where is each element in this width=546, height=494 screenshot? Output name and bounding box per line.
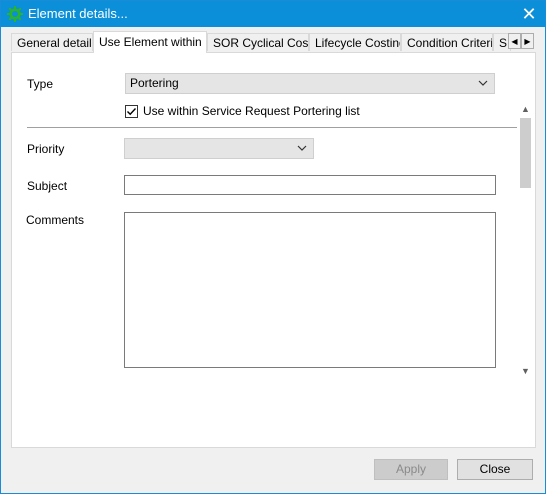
tab-label: Use Element within .. xyxy=(99,35,207,49)
priority-dropdown[interactable] xyxy=(124,138,314,159)
element-details-dialog: Element details... ✕ General details Use… xyxy=(0,0,546,494)
apply-button[interactable]: Apply xyxy=(374,459,448,480)
title-bar[interactable]: Element details... ✕ xyxy=(1,1,545,27)
scroll-down-icon[interactable]: ▼ xyxy=(518,364,533,378)
tab-label: S xyxy=(499,36,508,50)
scroll-up-icon[interactable]: ▲ xyxy=(518,102,533,116)
portering-checkbox-label: Use within Service Request Portering lis… xyxy=(143,104,360,118)
tab-general-details[interactable]: General details xyxy=(11,33,93,51)
tab-sor-cyclical-costs[interactable]: SOR Cyclical Costs xyxy=(207,33,309,51)
chevron-down-icon xyxy=(478,80,488,86)
type-dropdown-value: Portering xyxy=(130,76,179,90)
tab-strip: General details Use Element within .. SO… xyxy=(11,31,537,53)
tab-condition-criteria[interactable]: Condition Criteria xyxy=(401,33,493,51)
portering-checkbox[interactable] xyxy=(125,105,138,118)
type-dropdown[interactable]: Portering xyxy=(125,73,495,94)
priority-label: Priority xyxy=(27,142,65,156)
separator xyxy=(27,127,517,128)
vertical-scrollbar[interactable]: ▲ ▼ xyxy=(518,102,533,381)
comments-label: Comments xyxy=(26,213,85,227)
type-label: Type xyxy=(27,77,54,91)
chevron-down-icon xyxy=(297,145,307,151)
tab-use-element-within[interactable]: Use Element within .. xyxy=(93,31,207,53)
window-title: Element details... xyxy=(28,6,128,21)
scrollbar-thumb[interactable] xyxy=(520,118,531,188)
close-button[interactable]: Close xyxy=(457,459,533,480)
tab-label: Lifecycle Costing xyxy=(315,36,401,50)
element-gear-icon xyxy=(6,5,24,23)
checkmark-icon xyxy=(127,108,137,116)
tab-page-use-element: Type Portering Use within Service Reques… xyxy=(11,52,536,448)
tab-label: Condition Criteria xyxy=(407,36,493,50)
subject-label: Subject xyxy=(27,179,68,193)
close-icon[interactable]: ✕ xyxy=(513,1,545,27)
subject-input[interactable] xyxy=(124,175,496,195)
tab-label: SOR Cyclical Costs xyxy=(213,36,309,50)
tab-scroll-right-icon[interactable]: ▶ xyxy=(521,33,534,49)
tab-scroll-left-icon[interactable]: ◀ xyxy=(508,33,521,49)
tab-label: General details xyxy=(17,36,93,50)
comments-textarea[interactable] xyxy=(124,212,496,368)
tab-lifecycle-costing[interactable]: Lifecycle Costing xyxy=(309,33,401,51)
